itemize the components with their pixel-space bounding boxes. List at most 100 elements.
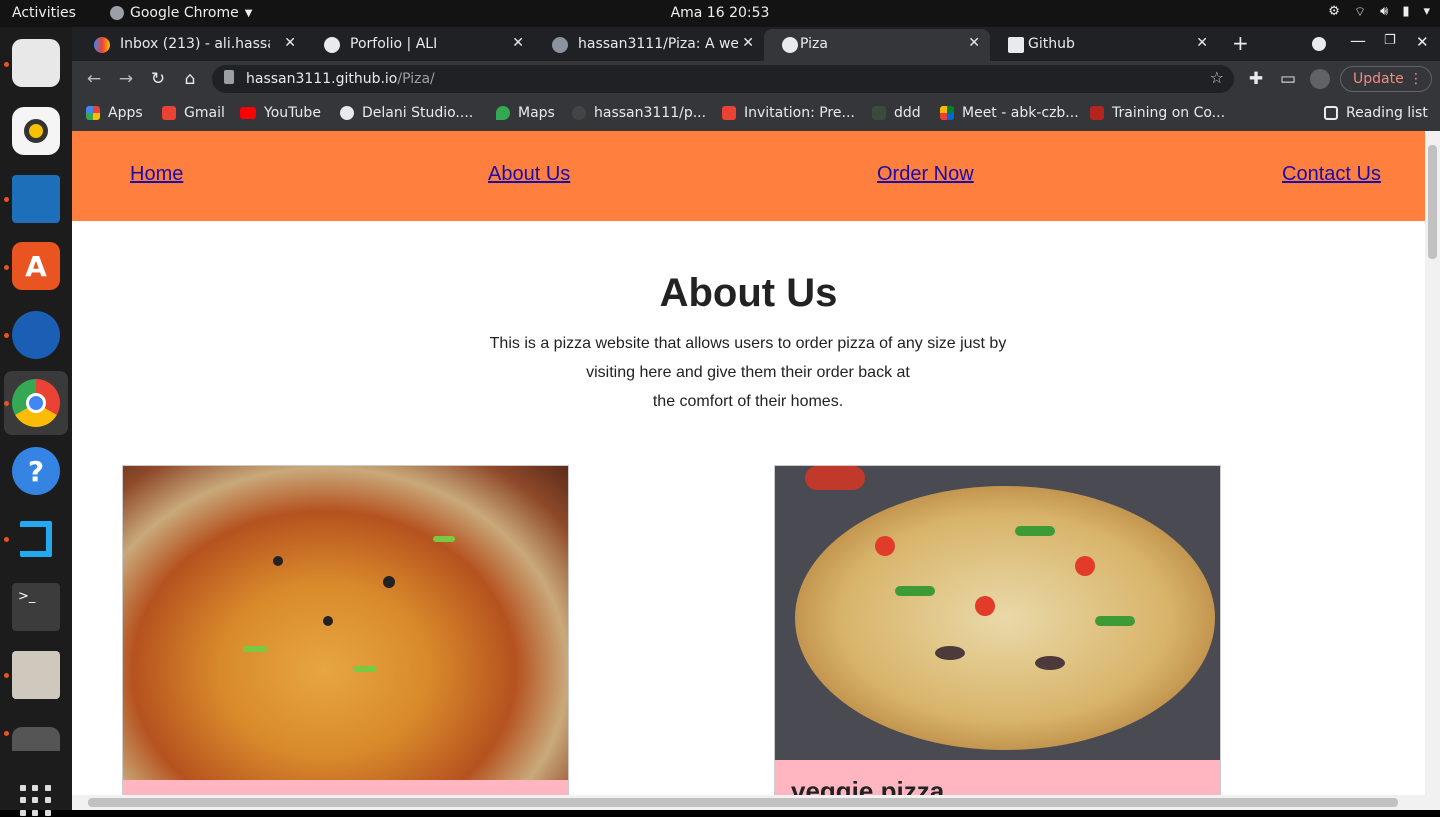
maximize-button[interactable]: ❐	[1384, 33, 1396, 48]
description-line: the comfort of their homes.	[652, 393, 844, 410]
browser-window: Inbox (213) - ali.hassan@ ✕ Porfolio | A…	[72, 27, 1440, 131]
github-icon	[552, 37, 568, 53]
archive-manager-icon[interactable]	[12, 651, 60, 699]
tab-search-icon[interactable]	[1312, 37, 1326, 51]
profile-avatar[interactable]	[1310, 69, 1330, 89]
running-indicator	[4, 333, 9, 338]
reading-list-icon	[1324, 106, 1338, 120]
kebab-menu-icon: ⋮	[1409, 71, 1423, 87]
running-indicator	[4, 197, 9, 202]
bookmark-apps[interactable]: Apps	[86, 105, 143, 121]
card-footer: veggie pizza	[775, 760, 1220, 795]
gmail-icon	[722, 106, 736, 120]
bookmark-label: ddd	[894, 105, 921, 121]
bookmark-label: Delani Studio....	[362, 105, 474, 121]
tab-piza[interactable]: Piza ✕	[764, 29, 990, 61]
nav-about-link[interactable]: About Us	[488, 163, 570, 186]
vscode-icon[interactable]	[12, 515, 60, 563]
back-icon[interactable]: ←	[82, 67, 106, 91]
bookmark-label: Meet - abk-czb...	[962, 105, 1079, 121]
update-button[interactable]: Update ⋮	[1340, 66, 1432, 92]
show-applications-icon[interactable]	[20, 785, 52, 817]
close-icon[interactable]: ✕	[512, 35, 524, 51]
minimize-button[interactable]: —	[1350, 31, 1366, 50]
youtube-icon	[240, 107, 256, 119]
bookmark-delani[interactable]: Delani Studio....	[340, 105, 473, 121]
tab-title: Inbox (213) - ali.hassan@	[120, 36, 270, 52]
description-line: This is a pizza website that allows user…	[489, 335, 1007, 352]
pepperoni-pizza-image	[123, 466, 568, 780]
tab-portfolio[interactable]: Porfolio | ALI ✕	[306, 29, 534, 61]
tab-github[interactable]: Github ✕	[990, 29, 1218, 61]
bookmark-maps[interactable]: Maps	[496, 105, 555, 121]
bookmark-github[interactable]: hassan3111/p...	[572, 105, 706, 121]
extensions-icon[interactable]: ✚	[1244, 67, 1268, 91]
nav-contact-link[interactable]: Contact Us	[1282, 163, 1381, 186]
reading-list-button[interactable]: Reading list	[1324, 105, 1428, 121]
site-nav: Home About Us Order Now Contact Us	[72, 131, 1425, 221]
bookmark-ddd[interactable]: ddd	[872, 105, 921, 121]
clock[interactable]: Ama 16 20:53	[0, 5, 1440, 21]
rhythmbox-icon[interactable]	[12, 107, 60, 155]
running-indicator	[4, 401, 9, 406]
lock-icon	[224, 70, 234, 84]
doc-icon	[1090, 106, 1104, 120]
home-icon[interactable]: ⌂	[178, 67, 202, 91]
url-text: hassan3111.github.io/Piza/	[246, 71, 435, 87]
bookmark-meet[interactable]: Meet - abk-czb...	[940, 105, 1079, 121]
close-icon[interactable]: ✕	[968, 35, 980, 51]
thunderbird-icon[interactable]	[12, 311, 60, 359]
reload-icon[interactable]: ↻	[146, 67, 170, 91]
tab-github-repo[interactable]: hassan3111/Piza: A web ✕	[534, 29, 764, 61]
bookmark-label: Invitation: Pre...	[744, 105, 855, 121]
tab-title: Github	[1028, 36, 1075, 52]
pizza-card[interactable]	[122, 465, 569, 795]
libreoffice-writer-icon[interactable]	[12, 175, 60, 223]
globe-icon	[340, 106, 354, 120]
bookmark-label: Training on Co...	[1112, 105, 1226, 121]
scrollbar-thumb[interactable]	[1428, 145, 1437, 259]
url-path: /Piza/	[397, 71, 435, 87]
bookmark-star-icon[interactable]: ☆	[1210, 68, 1224, 87]
close-icon[interactable]: ✕	[284, 35, 296, 51]
page-viewport: Home About Us Order Now Contact Us About…	[72, 131, 1425, 795]
gmail-icon	[162, 106, 176, 120]
apps-grid-icon	[86, 106, 100, 120]
bookmarks-bar: Apps Gmail YouTube Delani Studio.... Map…	[72, 97, 1440, 131]
bookmark-youtube[interactable]: YouTube	[240, 105, 321, 121]
new-tab-button[interactable]: +	[1232, 31, 1249, 55]
tab-title: Porfolio | ALI	[350, 36, 438, 52]
files-icon[interactable]	[12, 39, 60, 87]
close-icon[interactable]: ✕	[742, 35, 754, 51]
scrollbar-thumb[interactable]	[88, 798, 1398, 807]
description-line: visiting here and give them their order …	[586, 364, 910, 381]
network-icon: ⚙	[1328, 4, 1340, 19]
terminal-icon[interactable]: >_	[12, 583, 60, 631]
power-menu-icon: ▾	[1423, 4, 1430, 19]
bookmark-gmail[interactable]: Gmail	[162, 105, 225, 121]
nav-home-link[interactable]: Home	[130, 163, 183, 186]
running-indicator	[4, 731, 9, 736]
bookmark-training[interactable]: Training on Co...	[1090, 105, 1225, 121]
tab-inbox[interactable]: Inbox (213) - ali.hassan@ ✕	[76, 29, 306, 61]
pizza-card[interactable]: veggie pizza	[774, 465, 1221, 795]
system-tray[interactable]: ⚙ ⌔ 🔊︎ ▮ ▾	[1328, 4, 1430, 20]
tab-strip: Inbox (213) - ali.hassan@ ✕ Porfolio | A…	[72, 27, 1440, 61]
cast-icon[interactable]: ▭	[1276, 67, 1300, 91]
bookmark-label: YouTube	[264, 105, 321, 121]
globe-icon	[324, 37, 340, 53]
vertical-scrollbar[interactable]	[1425, 131, 1440, 810]
help-icon[interactable]: ?	[12, 447, 60, 495]
bookmark-invitation[interactable]: Invitation: Pre...	[722, 105, 855, 121]
screenshot-icon[interactable]	[12, 727, 60, 751]
software-center-icon[interactable]: A	[12, 242, 60, 290]
close-window-button[interactable]: ✕	[1416, 33, 1429, 51]
address-bar[interactable]: hassan3111.github.io/Piza/ ☆	[212, 65, 1234, 93]
chrome-icon[interactable]	[12, 379, 60, 427]
close-icon[interactable]: ✕	[1196, 35, 1208, 51]
running-indicator	[4, 537, 9, 542]
horizontal-scrollbar[interactable]	[72, 795, 1425, 810]
forward-icon[interactable]: →	[114, 67, 138, 91]
battery-icon: ▮	[1402, 4, 1410, 19]
nav-order-link[interactable]: Order Now	[877, 163, 974, 186]
